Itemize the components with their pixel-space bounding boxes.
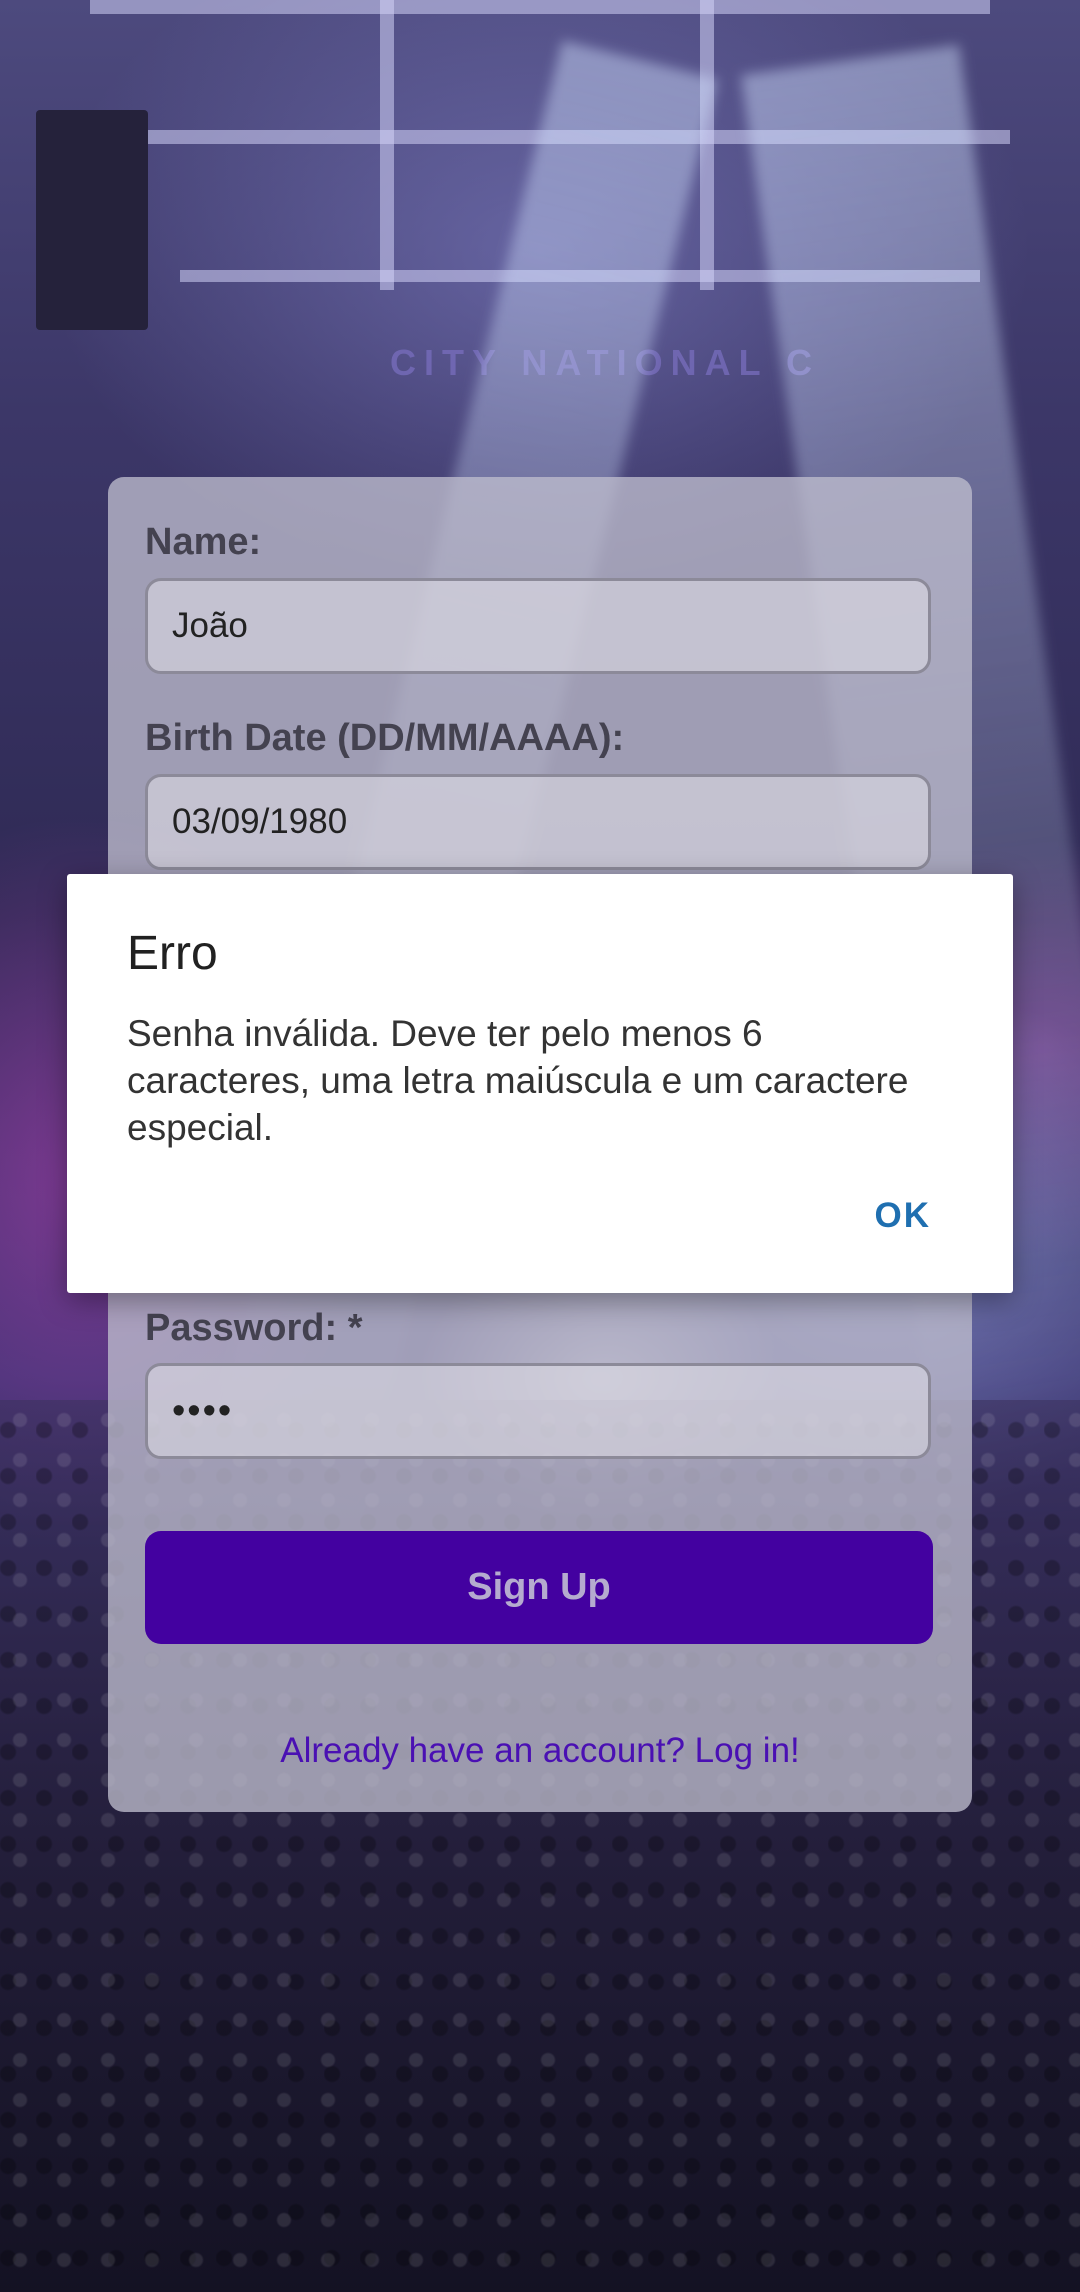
dialog-message: Senha inválida. Deve ter pelo menos 6 ca… — [127, 1013, 909, 1148]
ok-button[interactable]: OK — [875, 1196, 932, 1236]
error-dialog: Erro Senha inválida. Deve ter pelo menos… — [67, 874, 1013, 1293]
dialog-title: Erro — [127, 927, 218, 980]
